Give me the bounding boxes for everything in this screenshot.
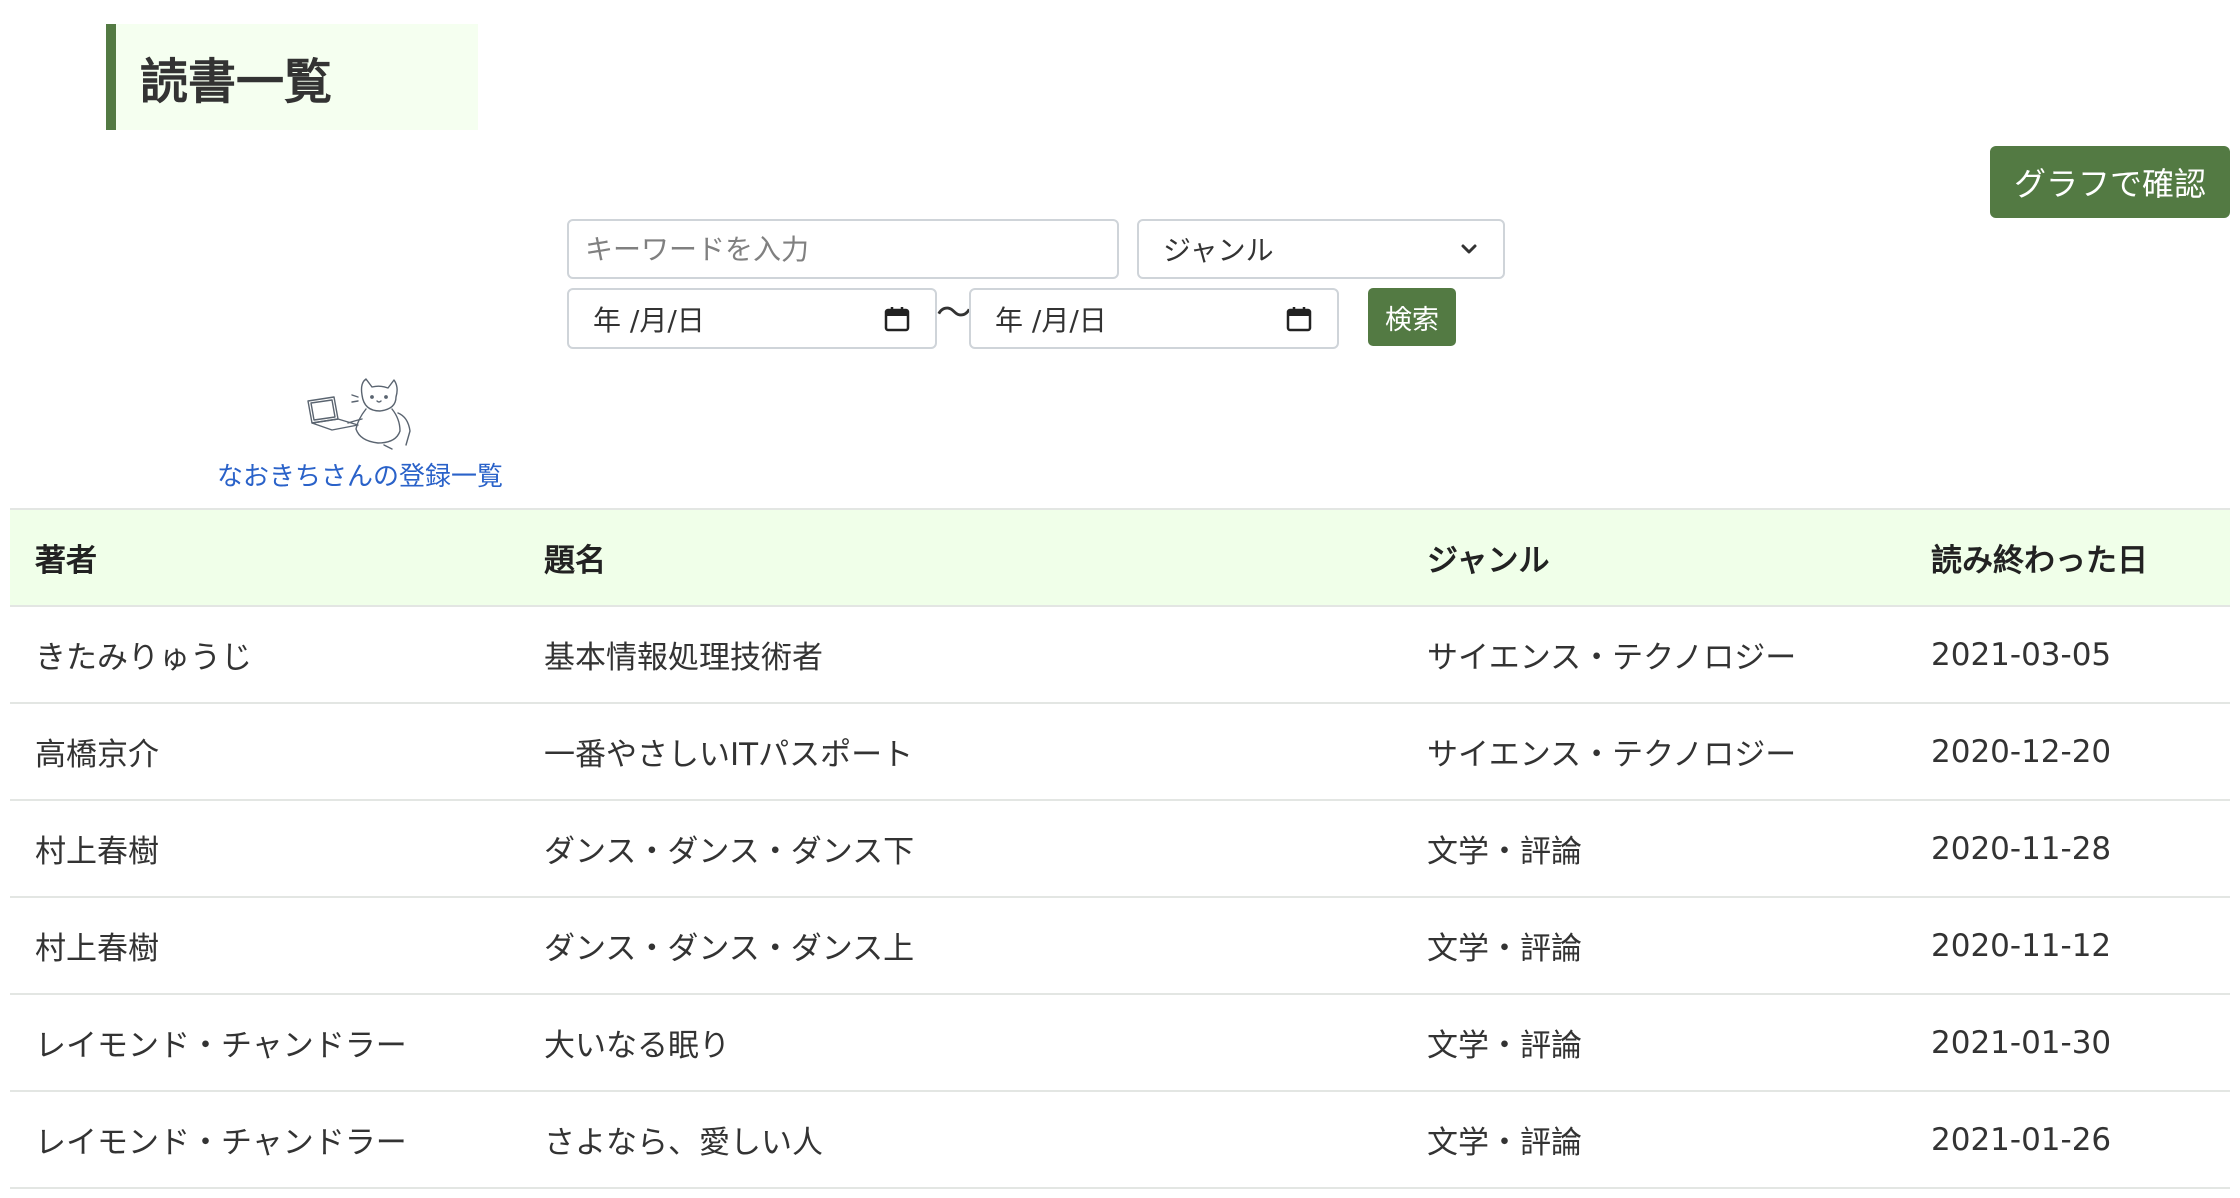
view-graph-button[interactable]: グラフで確認 — [1990, 146, 2230, 218]
table-row[interactable]: 村上春樹 ダンス・ダンス・ダンス上 文学・評論 2020-11-12 — [10, 897, 2230, 995]
date-to-input[interactable]: 年 /月/日 — [969, 288, 1339, 349]
cell-finished-date: 2021-03-05 — [1906, 606, 2230, 704]
cell-genre: 文学・評論 — [1402, 994, 1906, 1092]
cell-author: レイモンド・チャンドラー — [10, 1091, 519, 1189]
column-header-finished-date[interactable]: 読み終わった日 — [1906, 508, 2230, 607]
date-from-input[interactable]: 年 /月/日 — [567, 288, 937, 349]
calendar-icon[interactable] — [883, 305, 911, 333]
cell-genre: 文学・評論 — [1402, 897, 1906, 995]
cell-finished-date: 2020-11-12 — [1906, 897, 2230, 995]
cell-title: ダンス・ダンス・ダンス下 — [519, 800, 1402, 898]
search-button[interactable]: 検索 — [1368, 288, 1456, 346]
cell-author: きたみりゅうじ — [10, 606, 519, 704]
cell-title: さよなら、愛しい人 — [519, 1091, 1402, 1189]
column-header-genre[interactable]: ジャンル — [1402, 508, 1906, 607]
cell-title: 一番やさしいITパスポート — [519, 703, 1402, 801]
table-row[interactable]: レイモンド・チャンドラー 大いなる眠り 文学・評論 2021-01-30 — [10, 994, 2230, 1092]
date-range-separator: 〜 — [936, 293, 973, 334]
chevron-down-icon — [1461, 244, 1477, 254]
table-row[interactable]: 高橋京介 一番やさしいITパスポート サイエンス・テクノロジー 2020-12-… — [10, 703, 2230, 801]
table-row[interactable]: きたみりゅうじ 基本情報処理技術者 サイエンス・テクノロジー 2021-03-0… — [10, 606, 2230, 704]
cell-author: 高橋京介 — [10, 703, 519, 801]
user-registration-list-link[interactable]: なおきちさんの登録一覧 — [180, 456, 540, 492]
cell-finished-date: 2020-11-28 — [1906, 800, 2230, 898]
cell-author: 村上春樹 — [10, 897, 519, 995]
cat-with-laptop-illustration — [307, 378, 411, 450]
genre-select-value: ジャンル — [1163, 234, 1274, 267]
table-row[interactable]: 村上春樹 ダンス・ダンス・ダンス下 文学・評論 2020-11-28 — [10, 800, 2230, 898]
cell-title: ダンス・ダンス・ダンス上 — [519, 897, 1402, 995]
keyword-search-input[interactable] — [567, 219, 1119, 279]
cell-genre: サイエンス・テクノロジー — [1402, 606, 1906, 704]
reading-list-table: 著者 題名 ジャンル 読み終わった日 きたみりゅうじ 基本情報処理技術者 サイエ… — [10, 508, 2230, 1189]
cell-genre: 文学・評論 — [1402, 800, 1906, 898]
cell-title: 大いなる眠り — [519, 994, 1402, 1092]
page-title-text: 読書一覧 — [140, 54, 333, 110]
date-to-placeholder: 年 /月/日 — [995, 303, 1107, 337]
cell-genre: 文学・評論 — [1402, 1091, 1906, 1189]
calendar-icon[interactable] — [1285, 305, 1313, 333]
genre-select[interactable]: ジャンル — [1137, 219, 1505, 279]
table-row[interactable]: レイモンド・チャンドラー さよなら、愛しい人 文学・評論 2021-01-26 — [10, 1091, 2230, 1189]
cell-finished-date: 2021-01-30 — [1906, 994, 2230, 1092]
table-header-row: 著者 題名 ジャンル 読み終わった日 — [10, 508, 2230, 607]
cell-genre: サイエンス・テクノロジー — [1402, 703, 1906, 801]
page-title: 読書一覧 — [106, 24, 478, 130]
cell-finished-date: 2020-12-20 — [1906, 703, 2230, 801]
cell-title: 基本情報処理技術者 — [519, 606, 1402, 704]
cell-author: 村上春樹 — [10, 800, 519, 898]
column-header-title[interactable]: 題名 — [519, 508, 1402, 607]
column-header-author[interactable]: 著者 — [10, 508, 519, 607]
cell-author: レイモンド・チャンドラー — [10, 994, 519, 1092]
cell-finished-date: 2021-01-26 — [1906, 1091, 2230, 1189]
date-from-placeholder: 年 /月/日 — [593, 303, 705, 337]
